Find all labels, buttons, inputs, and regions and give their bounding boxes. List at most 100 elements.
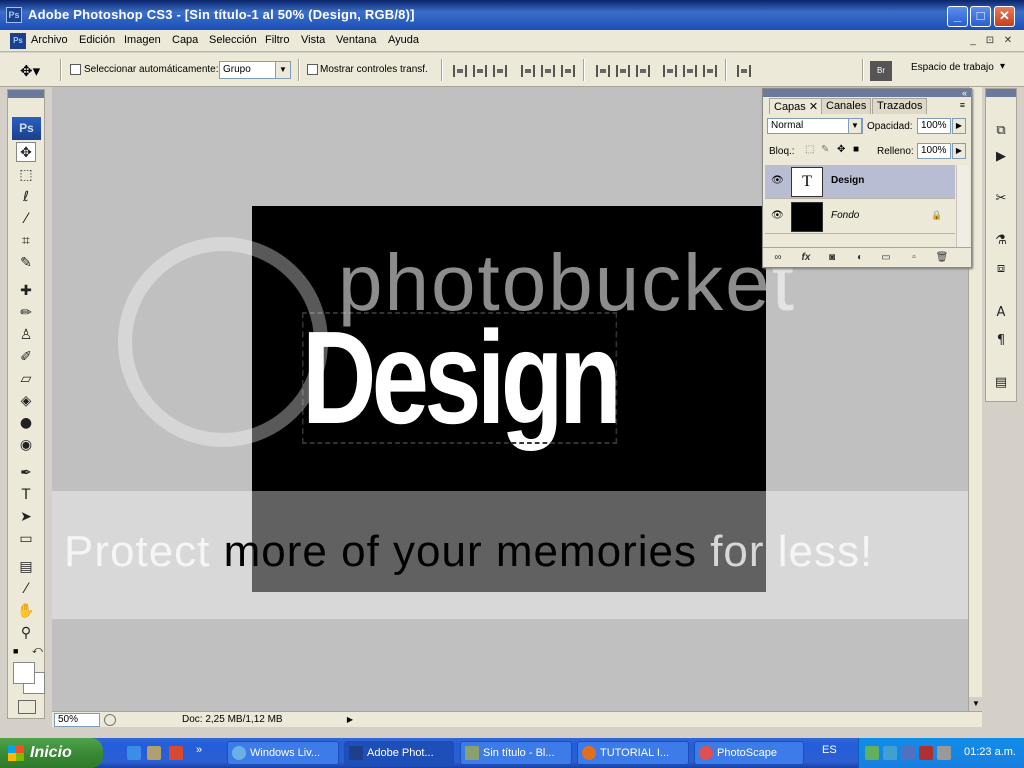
adjustment-layer-icon[interactable]: ◐ (853, 251, 867, 265)
quick-mask-icon[interactable] (18, 700, 36, 714)
zoom-field[interactable]: 50% (54, 713, 100, 727)
status-icon[interactable] (104, 714, 116, 726)
distribute-top-icon[interactable] (596, 65, 610, 77)
panel-grip[interactable] (763, 89, 971, 97)
notes-tool-icon[interactable]: ▤ (16, 557, 36, 577)
marquee-tool-icon[interactable]: ⬚ (16, 165, 36, 185)
eyedropper-tool-icon[interactable]: ⁄ (16, 579, 36, 599)
visibility-eye-icon[interactable]: 👁 (771, 175, 785, 187)
align-right-icon[interactable] (561, 65, 575, 77)
visibility-eye-icon[interactable]: 👁 (771, 210, 785, 222)
messenger-tray-icon[interactable] (883, 746, 897, 760)
security-icon[interactable] (919, 746, 933, 760)
doc-restore-button[interactable]: ⊡ (983, 35, 997, 47)
actions-icon[interactable]: ▶ (990, 147, 1012, 167)
quick-launch-expand-icon[interactable]: » (196, 744, 202, 756)
menu-filtro[interactable]: Filtro (265, 34, 289, 46)
taskbar-windows-live[interactable]: Windows Liv... (227, 741, 339, 765)
tray-app-icon[interactable] (901, 746, 915, 760)
healing-brush-tool-icon[interactable]: ✚ (16, 281, 36, 301)
start-button[interactable]: Inicio (0, 738, 103, 768)
type-tool-icon[interactable]: T (16, 485, 36, 505)
photoshop-app-icon[interactable]: Ps (6, 7, 22, 23)
trash-icon[interactable]: 🗑 (935, 251, 949, 265)
layer-mask-icon[interactable]: ◙ (825, 251, 839, 265)
auto-select-checkbox[interactable] (70, 64, 81, 75)
panel-grip[interactable] (986, 89, 1016, 97)
fill-field[interactable]: 100% (917, 143, 951, 159)
distribute-right-icon[interactable] (703, 65, 717, 77)
network-icon[interactable] (865, 746, 879, 760)
distribute-bottom-icon[interactable] (636, 65, 650, 77)
minimize-button[interactable]: _ (947, 6, 968, 27)
chevron-down-icon[interactable]: ▼ (848, 118, 862, 134)
volume-icon[interactable] (937, 746, 951, 760)
brushes-icon[interactable]: ⚗ (990, 231, 1012, 251)
clone-source-icon[interactable]: ⧈ (990, 259, 1012, 279)
menu-edicion[interactable]: Edición (79, 34, 115, 46)
clone-stamp-tool-icon[interactable]: ♙ (16, 325, 36, 345)
lasso-tool-icon[interactable]: ℓ (16, 187, 36, 207)
new-layer-icon[interactable]: ▫ (907, 251, 921, 265)
taskbar-notepad[interactable]: Sin título - Bl... (460, 741, 572, 765)
character-icon[interactable]: A (990, 303, 1012, 323)
close-icon[interactable]: ✕ (809, 101, 818, 113)
status-menu-arrow-icon[interactable]: ▶ (344, 713, 356, 727)
menu-ventana[interactable]: Ventana (336, 34, 376, 46)
zoom-tool-icon[interactable]: ⚲ (16, 623, 36, 643)
layer-row-fondo[interactable]: 👁 Fondo 🔒 (765, 200, 955, 234)
align-vcenter-icon[interactable] (473, 65, 487, 77)
path-selection-tool-icon[interactable]: ➤ (16, 507, 36, 527)
taskbar-firefox[interactable]: TUTORIAL I... (577, 741, 689, 765)
new-group-icon[interactable]: ▭ (879, 251, 893, 265)
pen-tool-icon[interactable]: ✒ (16, 463, 36, 483)
panel-grip[interactable] (8, 90, 44, 98)
align-left-icon[interactable] (521, 65, 535, 77)
design-text-layer[interactable]: Design (302, 312, 622, 444)
blur-tool-icon[interactable]: ● (16, 413, 36, 433)
foreground-color-swatch[interactable] (13, 662, 35, 684)
tab-canales[interactable]: Canales (821, 98, 872, 114)
slice-tool-icon[interactable]: ✎ (16, 253, 36, 273)
doc-minimize-button[interactable]: _ (966, 35, 980, 47)
opacity-arrow-icon[interactable]: ▶ (952, 118, 966, 134)
magic-wand-tool-icon[interactable]: ⁄ (16, 209, 36, 229)
layers-scrollbar[interactable] (956, 165, 969, 247)
layer-style-icon[interactable]: fx (799, 251, 813, 265)
opacity-field[interactable]: 100% (917, 118, 951, 134)
shape-tool-icon[interactable]: ▭ (16, 529, 36, 549)
brush-tool-icon[interactable]: ✏ (16, 303, 36, 323)
crop-tool-icon[interactable]: ⌗ (16, 231, 36, 251)
scroll-down-arrow-icon[interactable]: ▼ (969, 697, 983, 711)
tab-capas[interactable]: Capas ✕ (769, 98, 824, 114)
link-layers-icon[interactable]: ∞ (771, 251, 785, 265)
taskbar-photoshop[interactable]: Adobe Phot... (344, 741, 454, 765)
default-colors-icon[interactable]: ■ (13, 646, 18, 656)
eraser-tool-icon[interactable]: ▱ (16, 369, 36, 389)
navigator-icon[interactable]: ⧉ (990, 121, 1012, 141)
maximize-button[interactable]: □ (970, 6, 991, 27)
fill-arrow-icon[interactable]: ▶ (952, 143, 966, 159)
distribute-hcenter-icon[interactable] (683, 65, 697, 77)
close-button[interactable]: ✕ (994, 6, 1015, 27)
menu-vista[interactable]: Vista (301, 34, 325, 46)
menu-capa[interactable]: Capa (172, 34, 198, 46)
panel-collapse-icon[interactable]: « (962, 88, 967, 98)
dodge-tool-icon[interactable]: ◉ (16, 435, 36, 455)
menu-seleccion[interactable]: Selección (209, 34, 257, 46)
auto-select-dropdown[interactable]: Grupo ▼ (219, 61, 291, 79)
panel-menu-icon[interactable]: ≡ (960, 100, 965, 110)
hand-tool-icon[interactable]: ✋ (16, 601, 36, 621)
tab-trazados[interactable]: Trazados (872, 98, 928, 114)
distribute-left-icon[interactable] (663, 65, 677, 77)
auto-align-icon[interactable] (737, 65, 751, 77)
taskbar-photoscape[interactable]: PhotoScape (694, 741, 804, 765)
workspace-label[interactable]: Espacio de trabajo (911, 62, 994, 73)
swap-colors-icon[interactable]: ⤺ (32, 645, 43, 656)
move-tool-preset-icon[interactable]: ✥▾ (20, 62, 40, 80)
doc-close-button[interactable]: ✕ (1001, 35, 1015, 47)
media-player-icon[interactable] (169, 746, 183, 760)
layer-row-design[interactable]: 👁 T Design (765, 165, 955, 199)
lock-pixels-icon[interactable]: ✎ (821, 144, 829, 155)
bridge-icon[interactable]: Br (870, 61, 892, 81)
